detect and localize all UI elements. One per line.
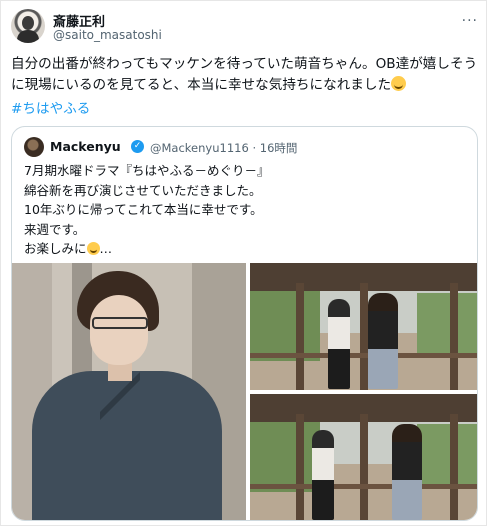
media-grid (12, 263, 477, 520)
quoted-author-name[interactable]: Mackenyu (50, 139, 121, 154)
corridor-post (450, 414, 458, 520)
quoted-line: 10年ぶりに帰ってこれて本当に幸せです。 (24, 202, 263, 217)
garden-shape (250, 291, 320, 361)
quoted-line: 7月期水曜ドラマ『ちはやふる－めぐり－』 (24, 163, 270, 178)
corridor-rail (250, 484, 477, 489)
corridor-post (296, 414, 304, 520)
corridor-post (296, 283, 304, 390)
truncation-ellipsis: … (99, 241, 113, 256)
tweet-card: 斎藤正利 @saito_masatoshi ··· 自分の出番が終わってもマッケ… (0, 0, 487, 526)
quoted-author-handle[interactable]: @Mackenyu1116 (150, 141, 249, 155)
grinning-face-icon (86, 242, 100, 255)
tweet-text: 自分の出番が終わってもマッケンを待っていた萌音ちゃん。OB達が嬉しそうに現場にい… (11, 54, 479, 96)
corridor-photo-bottom[interactable] (250, 394, 477, 520)
quoted-line-text: お楽しみに (24, 241, 87, 256)
quoted-line: 来週です。 (24, 221, 86, 237)
person-woman (328, 299, 350, 389)
corridor-post (360, 414, 368, 520)
quoted-time[interactable]: · 16時間 (252, 141, 297, 155)
corridor-photo-top[interactable] (250, 263, 477, 390)
garden-shape-right (417, 424, 477, 484)
more-horizontal-icon[interactable]: ··· (462, 13, 478, 29)
verified-badge-icon: ✓ (131, 140, 144, 153)
tweet-header: 斎藤正利 @saito_masatoshi ··· (11, 9, 478, 45)
person-man (368, 293, 398, 389)
avatar-body (17, 30, 39, 43)
quoted-author-avatar[interactable] (24, 137, 44, 157)
quoted-tweet[interactable]: Mackenyu ✓ @Mackenyu1116 · 16時間 7月期水曜ドラマ… (11, 126, 478, 521)
hashtag-link[interactable]: #ちはやふる (11, 97, 90, 117)
avatar-face (22, 16, 34, 30)
corridor-post (360, 283, 368, 390)
quoted-line-last: お楽しみに … (24, 239, 464, 259)
author-handle[interactable]: @saito_masatoshi (53, 28, 162, 42)
corridor-post (450, 283, 458, 390)
face-shape (90, 295, 148, 365)
corridor-rail (250, 353, 477, 358)
garden-shape (250, 422, 320, 492)
person-man (392, 424, 422, 520)
tweet-body: 自分の出番が終わってもマッケンを待っていた萌音ちゃん。OB達が嬉しそうに現場にい… (11, 56, 478, 93)
author-avatar[interactable] (11, 9, 45, 43)
garden-shape-right (417, 293, 477, 353)
smiling-face-icon (391, 76, 407, 91)
quoted-tweet-text: 7月期水曜ドラマ『ちはやふる－めぐり－』 綿谷新を再び演じさせていただきました。… (24, 161, 464, 259)
actor-in-kimono-photo[interactable] (12, 263, 246, 520)
quoted-author-meta: @Mackenyu1116 · 16時間 (150, 140, 297, 156)
quoted-tweet-header: Mackenyu ✓ @Mackenyu1116 · 16時間 (24, 137, 464, 157)
person-woman (312, 430, 334, 520)
glasses-shape (92, 317, 148, 329)
quoted-line: 綿谷新を再び演じさせていただきました。 (24, 182, 262, 198)
